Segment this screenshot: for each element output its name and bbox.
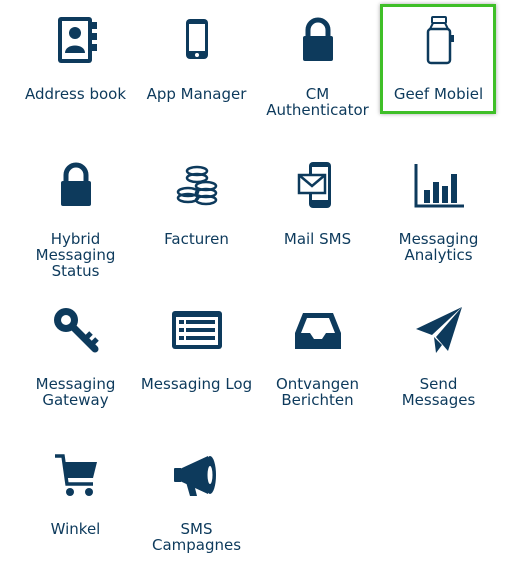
- coins-icon: [167, 155, 227, 215]
- lock-icon: [288, 10, 348, 70]
- app-label: Geef Mobiel: [393, 85, 484, 103]
- megaphone-icon: [167, 445, 227, 505]
- list-icon: [167, 300, 227, 360]
- app-tile-winkel[interactable]: Winkel: [15, 435, 136, 580]
- app-label: Winkel: [50, 520, 101, 538]
- inbox-icon: [288, 300, 348, 360]
- app-tile-messaging-gateway[interactable]: Messaging Gateway: [15, 290, 136, 435]
- key-icon: [46, 300, 106, 360]
- app-tile-messaging-analytics[interactable]: Messaging Analytics: [378, 145, 499, 290]
- shopping-cart-icon: [46, 445, 106, 505]
- app-label: Messaging Log: [140, 375, 253, 393]
- app-label: Address book: [24, 85, 127, 103]
- smartphone-icon: [167, 10, 227, 70]
- app-label: Facturen: [164, 230, 229, 248]
- paper-plane-icon: [409, 300, 469, 360]
- app-tile-send-messages[interactable]: Send Messages: [378, 290, 499, 435]
- app-label: Messaging Gateway: [35, 375, 116, 409]
- app-tile-ontvangen-berichten[interactable]: Ontvangen Berichten: [257, 290, 378, 435]
- app-grid: Address book App Manager CM Authenticato…: [15, 0, 499, 580]
- app-tile-address-book[interactable]: Address book: [15, 0, 136, 145]
- app-label: CM Authenticator: [266, 85, 369, 119]
- app-tile-mail-sms[interactable]: Mail SMS: [257, 145, 378, 290]
- app-label: Hybrid Messaging Status: [35, 230, 116, 280]
- app-tile-app-manager[interactable]: App Manager: [136, 0, 257, 145]
- app-tile-facturen[interactable]: Facturen: [136, 145, 257, 290]
- app-tile-messaging-log[interactable]: Messaging Log: [136, 290, 257, 435]
- app-label: App Manager: [146, 85, 247, 103]
- app-label: Ontvangen Berichten: [275, 375, 360, 409]
- app-tile-sms-campagnes[interactable]: SMS Campagnes: [136, 435, 257, 580]
- app-label: SMS Campagnes: [151, 520, 242, 554]
- phone-envelope-icon: [288, 155, 348, 215]
- app-tile-hybrid-messaging-status[interactable]: Hybrid Messaging Status: [15, 145, 136, 290]
- lock-icon: [46, 155, 106, 215]
- app-label: Mail SMS: [283, 230, 352, 248]
- app-tile-cm-authenticator[interactable]: CM Authenticator: [257, 0, 378, 145]
- app-label: Send Messages: [401, 375, 476, 409]
- app-tile-geef-mobiel[interactable]: Geef Mobiel: [378, 0, 499, 145]
- address-book-icon: [46, 10, 106, 70]
- app-label: Messaging Analytics: [398, 230, 479, 264]
- bar-chart-icon: [409, 155, 469, 215]
- milk-can-icon: [409, 10, 469, 70]
